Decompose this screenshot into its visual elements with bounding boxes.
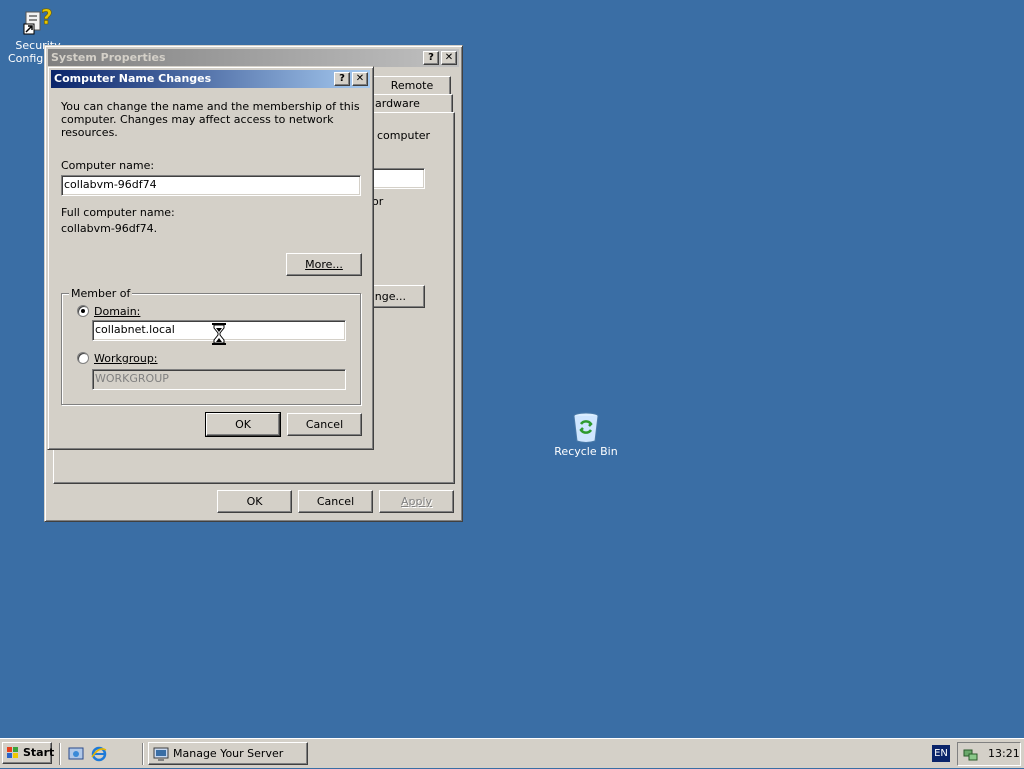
more-label: More...: [305, 258, 343, 271]
domain-radio[interactable]: [77, 305, 89, 317]
system-tray: 13:21: [957, 742, 1021, 766]
domain-label: Domain:: [94, 305, 140, 318]
language-label: EN: [934, 748, 948, 759]
computer-name-input[interactable]: collabvm-96df74: [61, 175, 361, 196]
hourglass-cursor-icon: [212, 323, 226, 345]
system-properties-close-button[interactable]: ✕: [441, 51, 457, 65]
security-config-icon: ?: [22, 4, 54, 36]
apply-label: Apply: [400, 495, 433, 508]
task-manage-your-server[interactable]: Manage Your Server: [148, 742, 308, 765]
system-properties-titlebar[interactable]: System Properties ? ✕: [48, 49, 459, 67]
more-button[interactable]: More...: [286, 253, 362, 276]
manage-server-icon: [153, 746, 169, 769]
quick-launch-divider: [59, 743, 61, 765]
network-tray-icon[interactable]: [963, 746, 979, 765]
language-indicator[interactable]: EN: [932, 745, 950, 762]
tab-remote[interactable]: Remote: [373, 76, 451, 95]
dialog-intro-line2: computer. Changes may affect access to n…: [61, 113, 334, 139]
domain-label-text: Domain:: [94, 305, 141, 318]
system-properties-cancel-button[interactable]: Cancel: [298, 490, 373, 513]
taskbar: Start Manage Your Server EN 13:21: [0, 738, 1024, 768]
member-of-label: Member of: [69, 287, 133, 300]
clock[interactable]: 13:21: [988, 747, 1020, 760]
recycle-bin-desktop-icon[interactable]: Recycle Bin: [548, 410, 624, 458]
system-properties-title: System Properties: [51, 51, 166, 64]
dialog-ok-button[interactable]: OK: [205, 412, 281, 437]
dialog-help-button[interactable]: ?: [334, 72, 350, 86]
windows-logo-icon: [6, 746, 20, 767]
show-desktop-icon[interactable]: [68, 746, 84, 762]
system-properties-apply-button[interactable]: Apply: [379, 490, 454, 513]
workgroup-input[interactable]: WORKGROUP: [92, 369, 346, 390]
internet-explorer-icon[interactable]: [91, 746, 107, 762]
tab-remote-label: Remote: [390, 79, 434, 92]
workgroup-label-text: Workgroup:: [94, 352, 158, 365]
recycle-bin-icon: [570, 410, 602, 443]
computer-name-label-text: Computer name:: [61, 159, 155, 172]
dialog-titlebar[interactable]: Computer Name Changes ? ✕: [51, 70, 370, 88]
computer-name-changes-dialog: Computer Name Changes ? ✕ You can change…: [47, 66, 374, 450]
system-properties-help-button[interactable]: ?: [423, 51, 439, 65]
dialog-cancel-button[interactable]: Cancel: [287, 413, 362, 436]
dialog-close-button[interactable]: ✕: [352, 72, 368, 86]
computer-text-partial: computer: [377, 129, 431, 142]
tab-hardware-label: ardware: [375, 97, 420, 110]
computer-name-label: Computer name:: [61, 159, 154, 172]
full-name-label: Full computer name:: [61, 206, 175, 219]
task-manage-label: Manage Your Server: [173, 747, 284, 760]
svg-text:?: ?: [41, 5, 53, 29]
start-label: Start: [23, 746, 55, 759]
dialog-intro-line1: You can change the name and the membersh…: [61, 100, 360, 113]
task-divider: [142, 743, 144, 765]
full-name-value: collabvm-96df74.: [61, 222, 158, 235]
recycle-bin-label: Recycle Bin: [554, 445, 618, 458]
system-properties-ok-button[interactable]: OK: [217, 490, 292, 513]
dialog-title: Computer Name Changes: [54, 72, 212, 85]
workgroup-label: Workgroup:: [94, 352, 158, 365]
workgroup-radio[interactable]: [77, 352, 89, 364]
start-button[interactable]: Start: [2, 742, 55, 767]
